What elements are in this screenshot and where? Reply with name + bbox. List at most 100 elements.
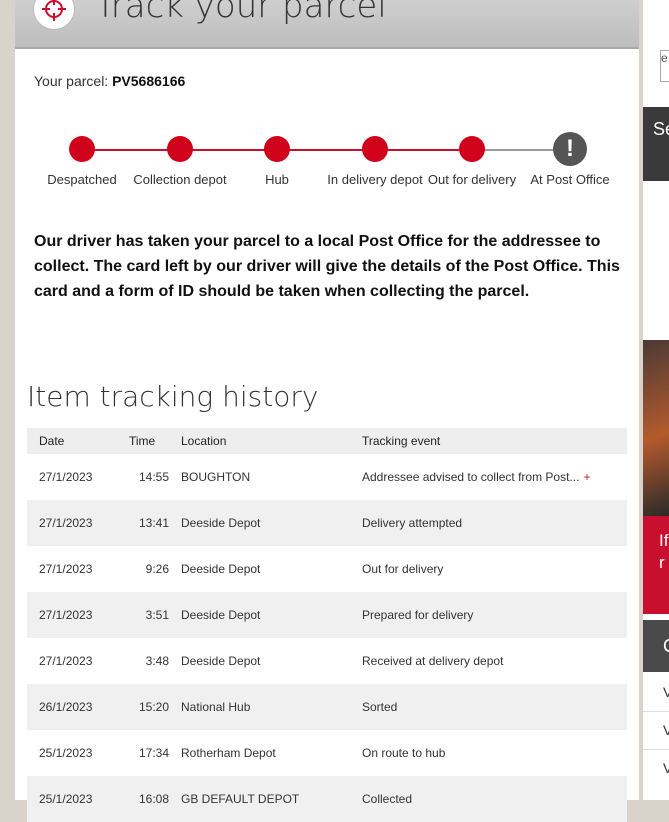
sidebar-link[interactable]: V [663,684,669,700]
column-header-location: Location [181,428,362,454]
column-header-time: Time [117,428,181,454]
cell-event-text: Received at delivery depot [362,654,504,668]
cell-time-text: 17:34 [138,746,169,760]
table-row: 27/1/2023 14:55 BOUGHTON Addressee advised … [27,454,627,500]
cell-time-text: 14:55 [138,470,169,484]
cell-location-text: Deeside Depot [181,654,261,668]
tracking-history-table: Date Time Location Tracking event 27/1/2… [27,428,627,822]
table-row: 27/1/2023 13:41 Deeside Depot Delivery atte… [27,500,627,546]
cell-date: 27/1/2023 [27,500,117,546]
cell-time: 15:20 [117,684,181,730]
table-row: 25/1/2023 17:34 Rotherham Depot On route to… [27,730,627,776]
page-header: Track your parcel [15,0,639,49]
crosshair-icon [33,0,75,30]
cell-date: 25/1/2023 [27,776,117,822]
cell-event-text: Prepared for delivery [362,608,474,622]
history-title: Item tracking history [27,380,319,413]
cell-time: 13:41 [117,500,181,546]
parcel-number: PV5686166 [112,73,186,89]
main-panel: Track your parcel Your parcel: PV5686166… [15,0,639,822]
cell-location: Deeside Depot [181,638,362,684]
cell-date-text: 27/1/2023 [39,608,93,622]
cell-time-text: 3:51 [145,608,169,622]
cell-time: 17:34 [117,730,181,776]
column-header-event: Tracking event [362,428,627,454]
parcel-label: Your parcel: [34,73,109,89]
table-row: 26/1/2023 15:20 National Hub Sorted [27,684,627,730]
sidebar-link[interactable]: V [663,760,669,776]
cell-event: Sorted [362,684,627,730]
step-label: In delivery depot [327,172,423,187]
cell-location: Deeside Depot [181,546,362,592]
cell-location-text: National Hub [181,700,251,714]
table-row: 25/1/2023 16:08 GB DEFAULT DEPOT Collected [27,776,627,822]
cell-location-text: Deeside Depot [181,562,261,576]
sidebar-grey-header: C [643,620,669,672]
cell-location-text: GB DEFAULT DEPOT [181,792,300,806]
sidebar-divider [643,749,669,750]
table-row: 27/1/2023 3:48 Deeside Depot Received at de… [27,638,627,684]
cell-event: Prepared for delivery [362,592,627,638]
expand-plus-icon[interactable]: + [583,470,590,484]
step-dot [362,136,388,162]
cell-event-text: Addressee advised to collect from Post..… [362,470,580,484]
cell-event: Received at delivery depot [362,638,627,684]
sidebar-dark-panel: Se [643,107,669,181]
progress-step: ! At Post Office [520,132,620,187]
cell-location: GB DEFAULT DEPOT [181,776,362,822]
sidebar-input[interactable]: e [660,50,669,82]
cell-date-text: 27/1/2023 [39,654,93,668]
progress-step: Out for delivery [422,136,522,186]
cell-time-text: 13:41 [138,516,169,530]
sidebar-divider [643,711,669,712]
step-label: Collection depot [133,172,227,187]
cell-date-text: 27/1/2023 [39,470,93,484]
step-dot [69,136,95,162]
right-sidebar: e Se If r C V V V [643,0,669,800]
sidebar-link[interactable]: V [663,722,669,738]
status-message: Our driver has taken your parcel to a lo… [34,233,620,300]
cell-event-text: Delivery attempted [362,516,463,530]
cell-time: 3:48 [117,638,181,684]
cell-time-text: 3:48 [145,654,169,668]
cell-event: Addressee advised to collect from Post..… [362,454,627,500]
cell-date-text: 26/1/2023 [39,700,93,714]
cell-time-text: 16:08 [138,792,169,806]
cell-location-text: Rotherham Depot [181,746,276,760]
progress-step: Hub [227,136,327,186]
step-dot [167,136,193,162]
cell-time-text: 9:26 [145,562,169,576]
sidebar-red-banner[interactable]: If r [643,516,669,614]
cell-event-text: On route to hub [362,746,446,760]
cell-date: 25/1/2023 [27,730,117,776]
cell-event-text: Collected [362,792,413,806]
cell-location-text: Deeside Depot [181,608,261,622]
column-header-date: Date [27,428,117,454]
page-title: Track your parcel [95,0,387,26]
cell-event-text: Sorted [362,700,398,714]
cell-date: 27/1/2023 [27,638,117,684]
table-row: 27/1/2023 3:51 Deeside Depot Prepared for d… [27,592,627,638]
progress-step: In delivery depot [325,136,425,186]
cell-event: On route to hub [362,730,627,776]
step-label: At Post Office [530,172,610,187]
cell-time: 3:51 [117,592,181,638]
cell-event-text: Out for delivery [362,562,444,576]
cell-location: BOUGHTON [181,454,362,500]
cell-date-text: 27/1/2023 [39,516,93,530]
cell-date-text: 25/1/2023 [39,792,93,806]
step-label: Hub [265,172,289,187]
cell-time-text: 15:20 [138,700,169,714]
progress-step: Collection depot [130,136,230,186]
cell-location: Deeside Depot [181,500,362,546]
cell-event: Collected [362,776,627,822]
cell-location: Rotherham Depot [181,730,362,776]
cell-time: 14:55 [117,454,181,500]
table-row: 27/1/2023 9:26 Deeside Depot Out for delive… [27,546,627,592]
cell-date: 27/1/2023 [27,546,117,592]
cell-date: 26/1/2023 [27,684,117,730]
step-label: Out for delivery [427,172,517,187]
step-dot [264,136,290,162]
table-header-row: Date Time Location Tracking event [27,428,627,454]
step-dot [459,136,485,162]
